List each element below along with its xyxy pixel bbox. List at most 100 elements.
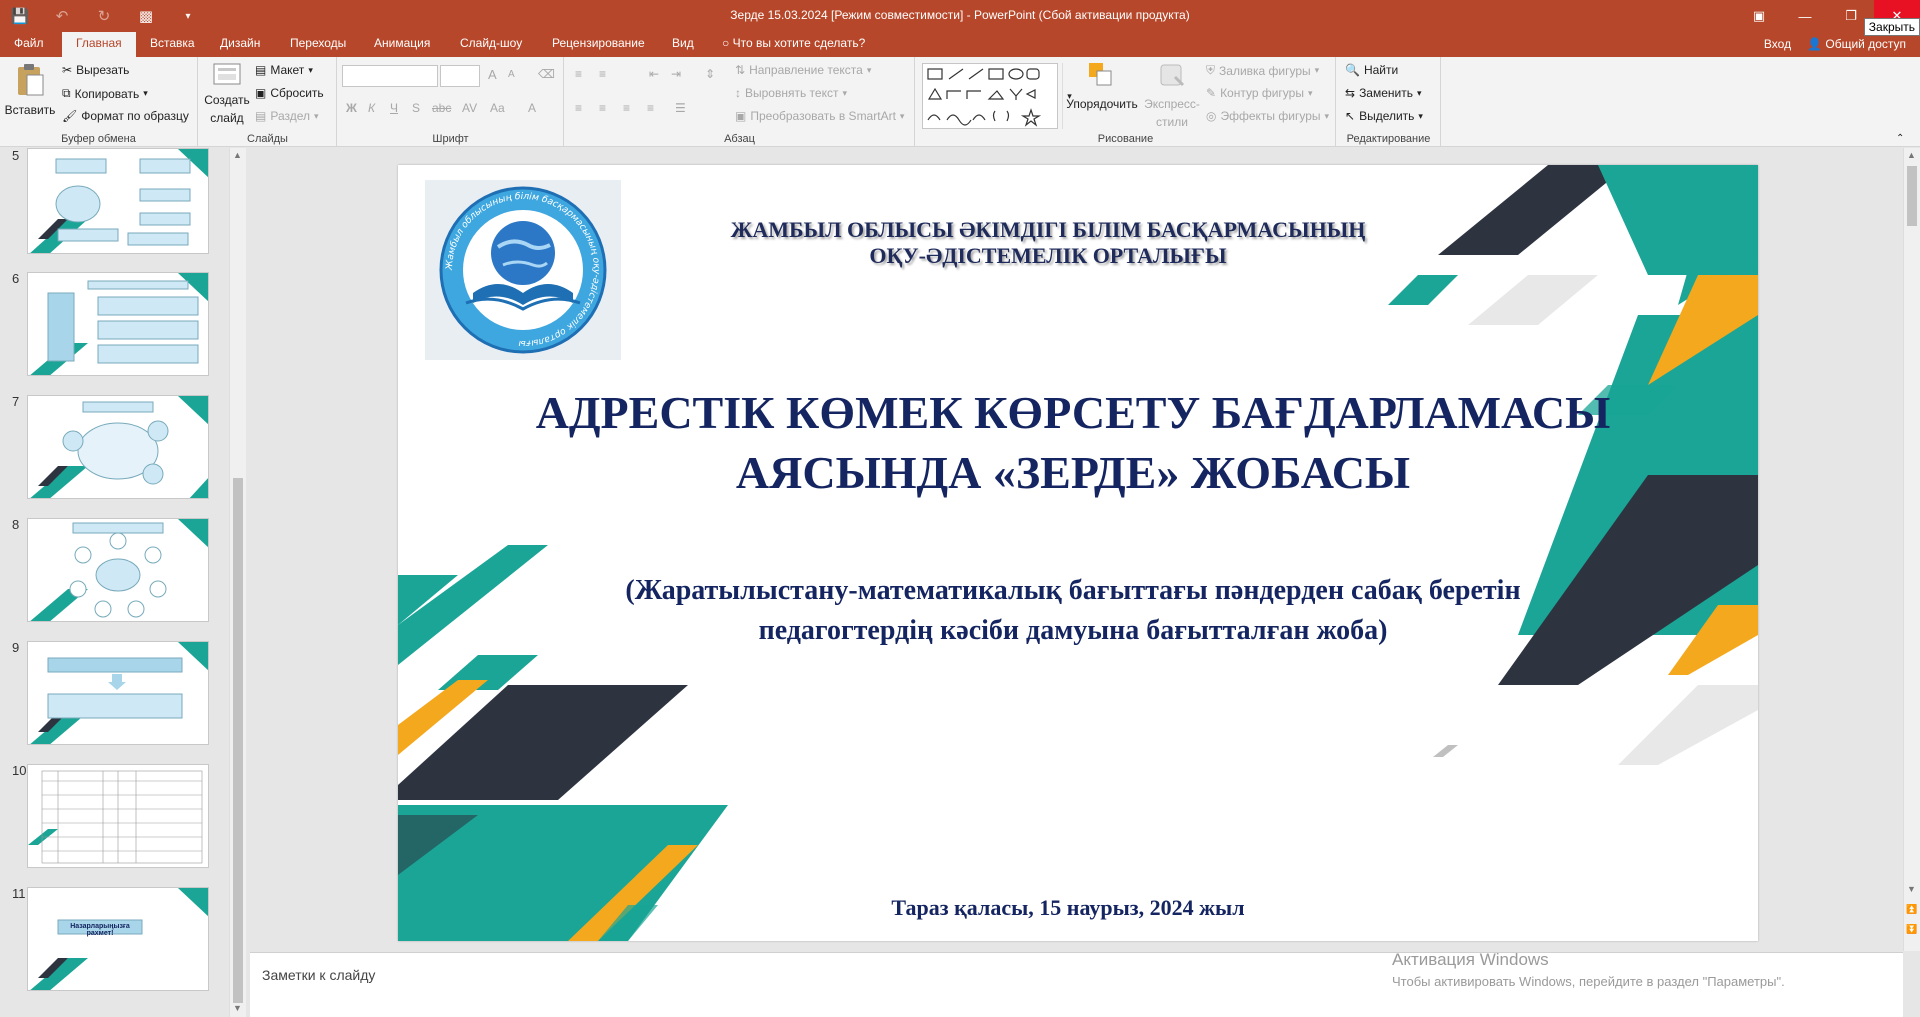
- scrollbar-thumb[interactable]: [233, 478, 243, 1003]
- shape-fill-button[interactable]: ⛨ Заливка фигуры ▾: [1206, 63, 1319, 78]
- tab-design[interactable]: Дизайн: [220, 36, 260, 50]
- numbering-icon[interactable]: ≡: [599, 67, 606, 81]
- font-color-button[interactable]: A: [528, 101, 536, 115]
- tell-me-search[interactable]: ○ Что вы хотите сделать?: [722, 36, 865, 50]
- columns-icon[interactable]: ☰: [675, 101, 686, 115]
- share-button[interactable]: 👤 Общий доступ: [1807, 37, 1906, 51]
- previous-slide-icon[interactable]: ⏫: [1906, 904, 1917, 915]
- copy-button[interactable]: ⧉ Копировать ▾: [62, 86, 148, 101]
- tab-view[interactable]: Вид: [672, 36, 694, 50]
- shadow-button[interactable]: S: [412, 101, 420, 115]
- underline-button[interactable]: Ч: [390, 101, 398, 115]
- slide-thumbnail-6[interactable]: [27, 272, 209, 376]
- arrange-icon: [1089, 63, 1112, 86]
- signin-link[interactable]: Вход: [1764, 37, 1791, 51]
- slide-title-line2: АЯСЫНДА «ЗЕРДЕ» ЖОБАСЫ: [735, 447, 1411, 498]
- align-text-button[interactable]: ↕ Выровнять текст ▾: [735, 86, 847, 100]
- slide-footer-location-date[interactable]: Тараз қаласы, 15 наурыз, 2024 жыл: [698, 895, 1438, 921]
- font-name-combo[interactable]: [342, 65, 438, 87]
- tab-slideshow[interactable]: Слайд-шоу: [460, 36, 522, 50]
- italic-button[interactable]: К: [368, 101, 375, 115]
- brush-icon: 🖌: [62, 109, 78, 123]
- increase-indent-icon[interactable]: ⇥: [671, 67, 681, 81]
- slide-thumbnail-11[interactable]: Назарларыңызға рахмет!: [27, 887, 209, 991]
- thumbnail-number: 9: [12, 640, 20, 655]
- replace-button[interactable]: ⇆ Заменить ▾: [1345, 86, 1422, 100]
- cursor-icon: ↖: [1345, 109, 1356, 123]
- section-icon: ▤: [255, 109, 267, 123]
- pencil-icon: ✎: [1206, 86, 1217, 100]
- current-slide[interactable]: Жамбыл облысының білім басқармасының оқу…: [398, 165, 1758, 941]
- scroll-down-icon[interactable]: ▼: [1907, 884, 1916, 894]
- editor-scrollbar[interactable]: ▲ ▼ ⏫ ⏬: [1903, 148, 1920, 951]
- line-spacing-icon[interactable]: ⇕: [705, 67, 715, 81]
- drawing-group: ▾ Упорядочить Экспресс- стили ⛨ Заливка ф…: [916, 57, 1336, 147]
- tab-insert[interactable]: Вставка: [150, 36, 195, 50]
- convert-smartart-button[interactable]: ▣ Преобразовать в SmartArt ▾: [735, 109, 904, 123]
- section-button[interactable]: ▤ Раздел ▾: [255, 109, 319, 123]
- scissors-icon: ✂: [62, 63, 73, 77]
- tab-home[interactable]: Главная: [62, 32, 136, 57]
- thumbnails-scrollbar[interactable]: ▲ ▼: [229, 148, 246, 1017]
- slide-thumbnail-8[interactable]: [27, 518, 209, 622]
- justify-icon[interactable]: ≡: [647, 101, 654, 115]
- ribbon: Вставить ✂ Вырезать ⧉ Копировать ▾ 🖌 Формат…: [0, 57, 1920, 147]
- tab-transitions[interactable]: Переходы: [290, 36, 346, 50]
- slide-thumbnail-10[interactable]: [27, 764, 209, 868]
- grow-font-button[interactable]: A: [488, 67, 497, 82]
- chevron-down-icon: ▾: [842, 87, 848, 98]
- minimize-button[interactable]: —: [1782, 0, 1828, 32]
- tab-file[interactable]: Файл: [14, 36, 44, 50]
- select-button[interactable]: ↖ Выделить ▾: [1345, 109, 1423, 123]
- paste-icon: [18, 64, 44, 96]
- arrange-button[interactable]: Упорядочить: [1064, 61, 1140, 111]
- bullets-icon[interactable]: ≡: [575, 67, 582, 81]
- bold-button[interactable]: Ж: [346, 101, 357, 115]
- drawing-group-label: Рисование: [1097, 133, 1154, 145]
- paste-button[interactable]: Вставить: [5, 63, 55, 117]
- ribbon-tabs: Файл Главная Вставка Дизайн Переходы Ани…: [0, 32, 1920, 57]
- scroll-up-icon[interactable]: ▲: [233, 150, 242, 160]
- scrollbar-thumb[interactable]: [1907, 166, 1917, 226]
- reset-button[interactable]: ▣ Сбросить: [255, 86, 324, 100]
- align-center-icon[interactable]: ≡: [599, 101, 606, 115]
- paint-bucket-icon: ⛨: [1206, 63, 1216, 77]
- ribbon-display-options-icon[interactable]: ▣: [1736, 0, 1782, 32]
- scroll-up-icon[interactable]: ▲: [1907, 150, 1916, 160]
- next-slide-icon[interactable]: ⏬: [1906, 924, 1917, 935]
- layout-button[interactable]: ▤ Макет ▾: [255, 63, 313, 77]
- thumbnail-graphic: [30, 396, 208, 498]
- scroll-down-icon[interactable]: ▼: [233, 1003, 242, 1013]
- change-case-button[interactable]: Aa: [490, 101, 505, 115]
- cut-button[interactable]: ✂ Вырезать: [62, 63, 129, 77]
- slide-title[interactable]: АДРЕСТІК КӨМЕК КӨРСЕТУ БАҒДАРЛАМАСЫ АЯСЫ…: [428, 383, 1718, 503]
- tab-review[interactable]: Рецензирование: [552, 36, 645, 50]
- notes-placeholder: Заметки к слайду: [262, 967, 376, 983]
- shapes-gallery[interactable]: [922, 63, 1058, 129]
- format-painter-button[interactable]: 🖌 Формат по образцу: [62, 109, 189, 123]
- paragraph-group: ≡ ≡ ⇤ ⇥ ⇕ ≡ ≡ ≡ ≡ ☰ ⇅ Направление текста ▾…: [565, 57, 915, 147]
- shrink-font-button[interactable]: A: [508, 69, 515, 80]
- collapse-ribbon-icon[interactable]: ⌃: [1896, 133, 1904, 144]
- decrease-indent-icon[interactable]: ⇤: [649, 67, 659, 81]
- align-right-icon[interactable]: ≡: [623, 101, 630, 115]
- tab-animations[interactable]: Анимация: [374, 36, 430, 50]
- shapes-gallery-icons: [927, 68, 1042, 127]
- quick-styles-button[interactable]: Экспресс- стили: [1142, 61, 1202, 129]
- find-button[interactable]: 🔍 Найти: [1345, 63, 1398, 77]
- quick-styles-icon: [1160, 64, 1185, 87]
- character-spacing-button[interactable]: AV: [462, 101, 477, 115]
- new-slide-button[interactable]: Создать слайд: [204, 63, 250, 125]
- slide-thumbnail-5[interactable]: [27, 148, 209, 254]
- align-left-icon[interactable]: ≡: [575, 101, 582, 115]
- slide-thumbnail-9[interactable]: [27, 641, 209, 745]
- font-size-combo[interactable]: [440, 65, 480, 87]
- shape-effects-button[interactable]: ◎ Эффекты фигуры ▾: [1206, 109, 1329, 123]
- shape-outline-button[interactable]: ✎ Контур фигуры ▾: [1206, 86, 1313, 100]
- thumbnail-number: 6: [12, 271, 20, 286]
- text-direction-button[interactable]: ⇅ Направление текста ▾: [735, 63, 871, 77]
- clear-formatting-icon[interactable]: ⌫: [538, 67, 555, 81]
- slide-thumbnail-7[interactable]: [27, 395, 209, 499]
- slide-subtitle[interactable]: (Жаратылыстану-математикалық бағыттағы п…: [458, 571, 1688, 651]
- strikethrough-button[interactable]: abc: [432, 101, 451, 115]
